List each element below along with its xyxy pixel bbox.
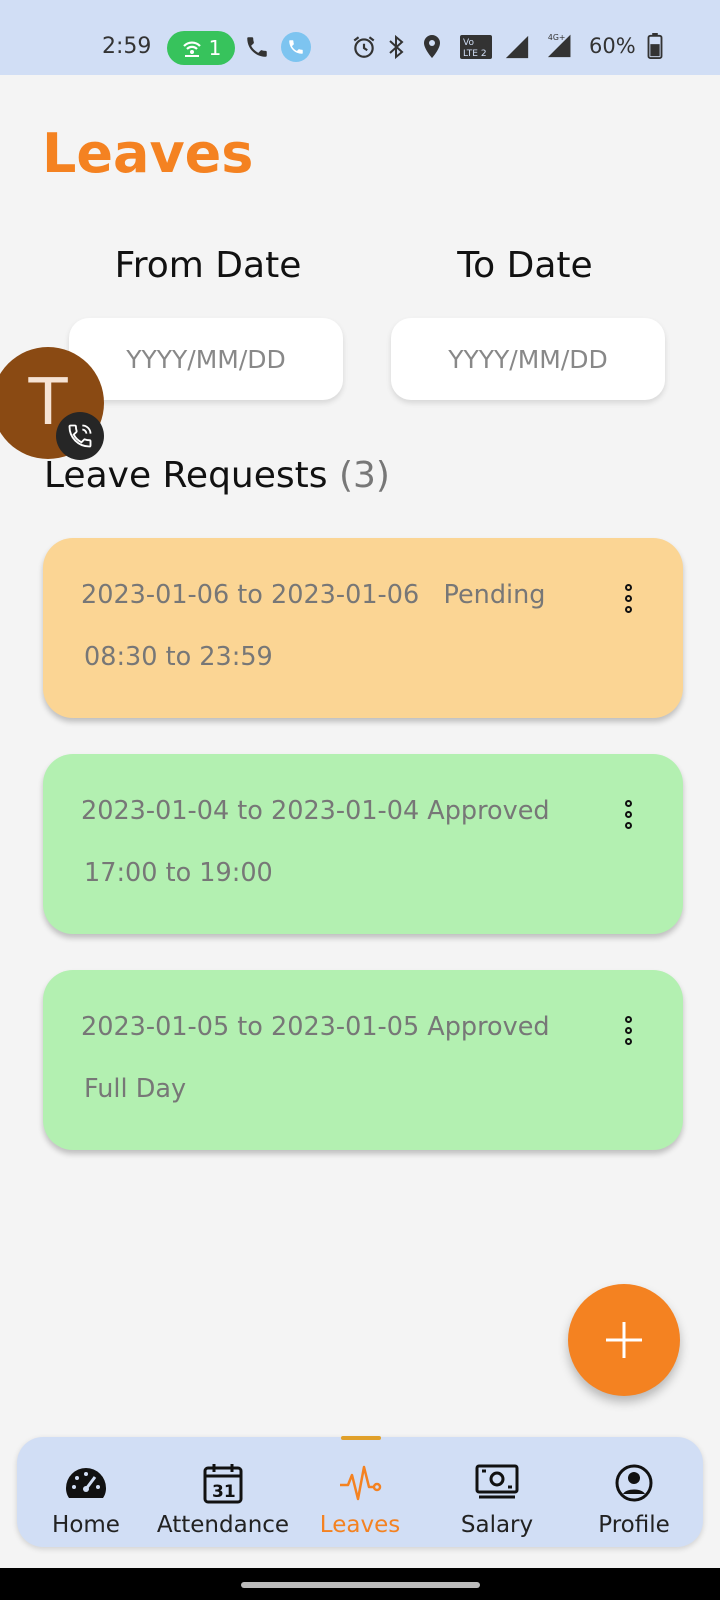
call-badge-icon [56,412,104,460]
status-time: 2:59 [102,34,152,59]
leave-time: 08:30 to 23:59 [84,642,273,672]
from-date-label: From Date [114,245,302,286]
leave-dates-status: 2023-01-05 to 2023-01-05 Approved [81,1012,550,1042]
nav-label-leaves: Leaves [319,1512,401,1538]
signal-icon [505,35,529,59]
profile-icon [614,1462,654,1504]
nav-item-home[interactable]: Home [18,1437,154,1547]
leave-dates-status: 2023-01-06 to 2023-01-06 Pending [81,580,546,610]
calendar-icon: 31 [203,1462,243,1504]
to-date-input[interactable] [391,318,665,400]
status-bar: 2:59 1 Vo LTE 2 4G+ 60% [0,0,720,75]
leave-time: Full Day [84,1074,187,1104]
svg-text:Vo: Vo [463,38,474,48]
leave-card[interactable]: 2023-01-05 to 2023-01-05 Approved Full D… [43,970,683,1150]
calendar-day: 31 [212,1482,236,1502]
leave-dates-status: 2023-01-04 to 2023-01-04 Approved [81,796,550,826]
phone-icon [247,37,267,57]
to-date-label: To Date [457,245,593,286]
nav-label-profile: Profile [598,1512,670,1538]
nav-item-salary[interactable]: Salary [429,1437,565,1547]
speedometer-icon [64,1462,108,1504]
leave-requests-title: Leave Requests [44,455,328,496]
location-icon [424,35,440,58]
call-bubble-icon [281,32,311,62]
alarm-icon [353,36,375,58]
more-options-icon[interactable] [613,1008,643,1052]
more-options-icon[interactable] [613,576,643,620]
plus-icon [606,1322,642,1358]
hotspot-count: 1 [208,36,222,60]
from-date-input[interactable] [69,318,343,400]
bottom-nav: Home 31 Attendance Leaves Salary Profile [17,1436,703,1547]
nav-label-home: Home [52,1512,120,1538]
svg-text:4G+: 4G+ [548,33,566,42]
page-title: Leaves [42,122,254,185]
home-gesture-handle[interactable] [241,1582,480,1588]
nav-item-leaves[interactable]: Leaves [292,1437,428,1547]
leave-requests-count: (3) [338,455,390,496]
more-options-icon[interactable] [613,792,643,836]
bluetooth-icon [389,34,404,60]
signal-4g-icon: 4G+ [547,33,571,58]
leave-card[interactable]: 2023-01-06 to 2023-01-06 Pending 08:30 t… [43,538,683,718]
hotspot-pill: 1 [167,31,235,65]
volte-icon: Vo LTE 2 [460,35,492,59]
nav-label-attendance: Attendance [156,1512,290,1538]
nav-item-profile[interactable]: Profile [566,1437,702,1547]
hotspot-icon [182,41,201,57]
battery-icon [647,33,663,59]
pulse-icon [338,1462,382,1504]
add-leave-button[interactable] [568,1284,680,1396]
money-icon [475,1462,519,1504]
leave-time: 17:00 to 19:00 [84,858,273,888]
leave-card[interactable]: 2023-01-04 to 2023-01-04 Approved 17:00 … [43,754,683,934]
svg-text:LTE 2: LTE 2 [463,49,487,59]
nav-item-attendance[interactable]: 31 Attendance [155,1437,291,1547]
nav-label-salary: Salary [460,1512,534,1538]
leave-requests-heading: Leave Requests (3) [44,455,390,496]
battery-text: 60% [589,34,636,58]
